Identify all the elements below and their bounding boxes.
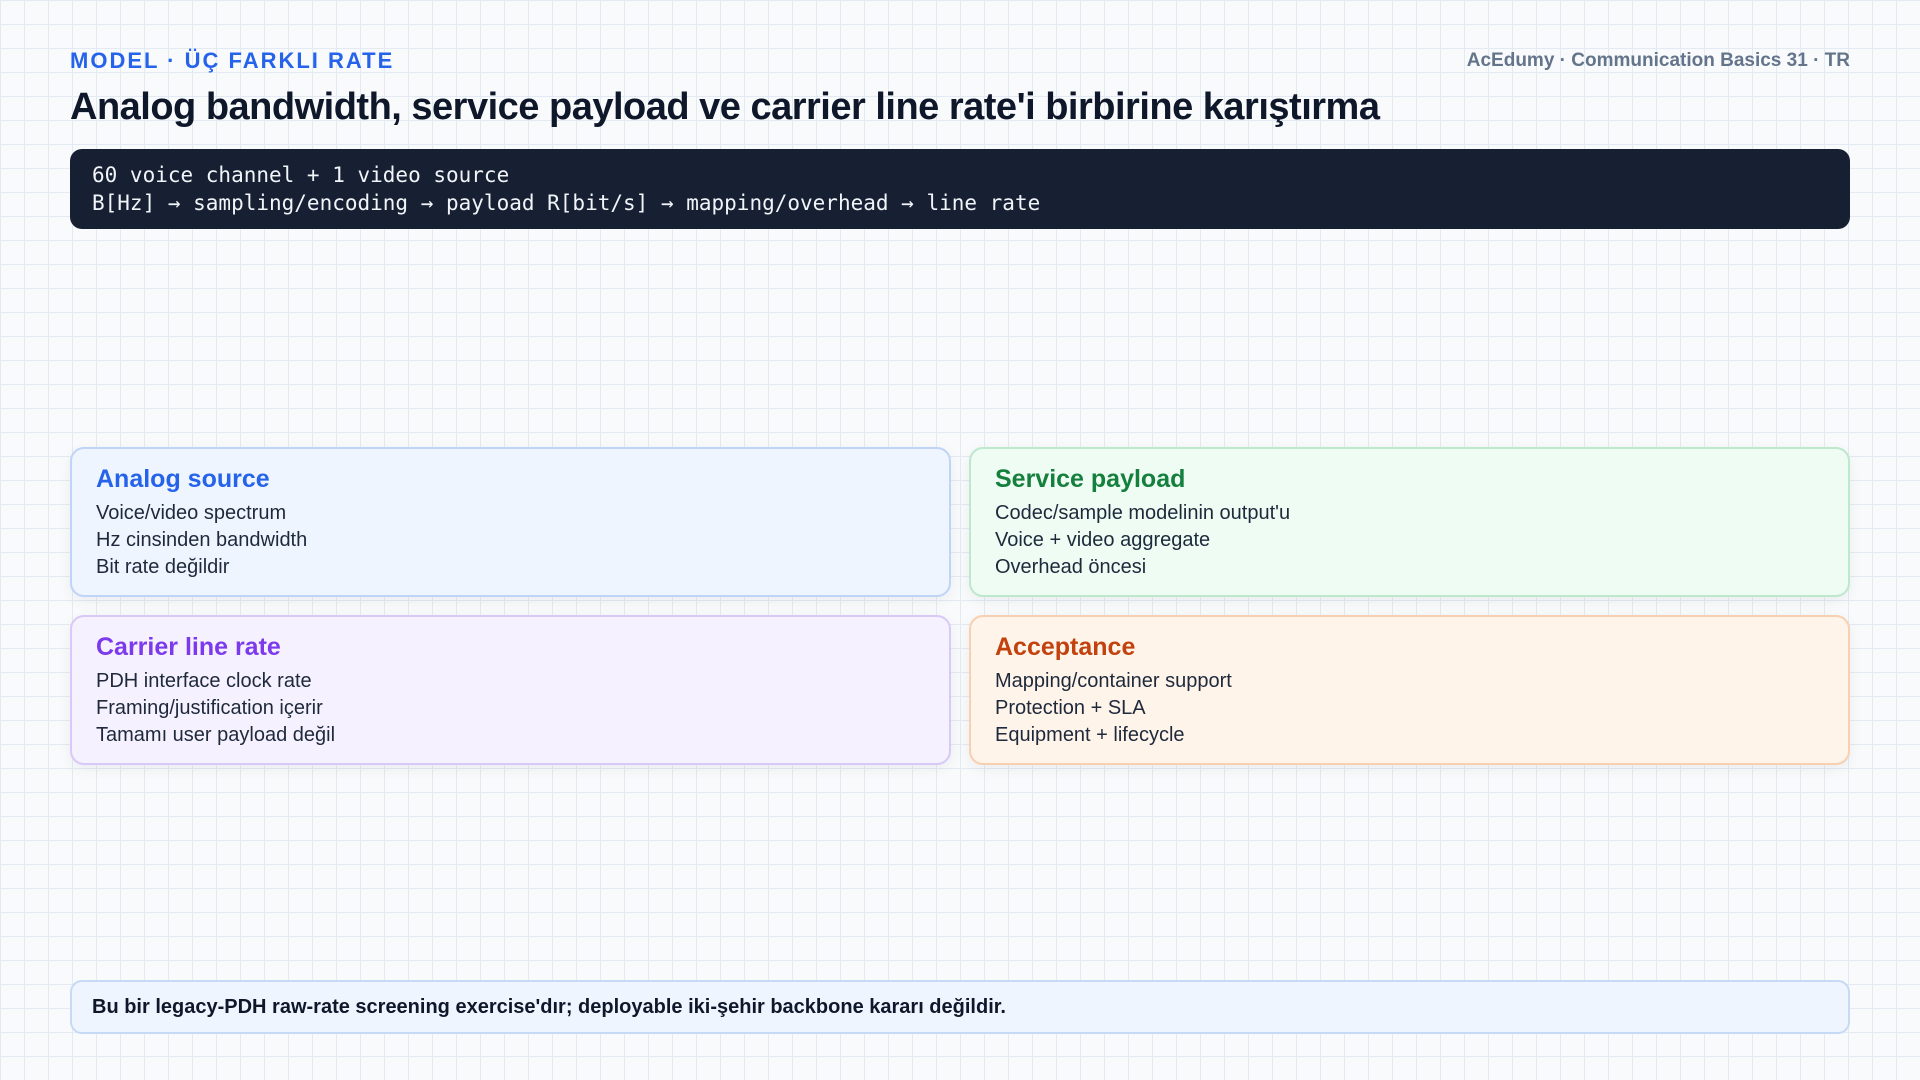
page-header: MODEL · ÜÇ FARKLI RATE AcEdumy · Communi…	[70, 48, 1850, 78]
card-title: Analog source	[96, 465, 270, 493]
page-title: Analog bandwidth, service payload ve car…	[70, 86, 1380, 128]
card-carrier-line-rate: Carrier line rate PDH interface clock ra…	[70, 615, 951, 765]
concept-cards: Analog source Voice/video spectrum Hz ci…	[70, 447, 1850, 765]
section-kicker: MODEL · ÜÇ FARKLI RATE	[70, 48, 395, 73]
card-service-payload: Service payload Codec/sample modelinin o…	[969, 447, 1850, 597]
formula-code-block: 60 voice channel + 1 video source B[Hz] …	[70, 149, 1850, 229]
course-brand: AcEdumy · Communication Basics 31 · TR	[1466, 50, 1850, 71]
card-line: Voice/video spectrum	[96, 502, 287, 524]
card-line: Framing/justification içerir	[96, 697, 323, 719]
card-line: Mapping/container support	[995, 670, 1232, 692]
card-line: Hz cinsinden bandwidth	[96, 529, 308, 551]
card-line: Tamamı user payload değil	[96, 724, 336, 746]
card-analog-source: Analog source Voice/video spectrum Hz ci…	[70, 447, 951, 597]
card-line: PDH interface clock rate	[96, 670, 312, 692]
footer-note: Bu bir legacy-PDH raw-rate screening exe…	[70, 980, 1850, 1034]
card-line: Bit rate değildir	[96, 556, 230, 578]
card-line: Overhead öncesi	[995, 556, 1147, 578]
card-line: Codec/sample modelinin output'u	[995, 502, 1291, 524]
card-line: Protection + SLA	[995, 697, 1146, 719]
card-title: Carrier line rate	[96, 633, 281, 661]
card-line: Voice + video aggregate	[995, 529, 1211, 551]
card-title: Service payload	[995, 465, 1186, 493]
code-line-pipeline: B[Hz] → sampling/encoding → payload R[bi…	[92, 191, 1041, 215]
code-line-scenario: 60 voice channel + 1 video source	[92, 163, 510, 187]
card-title: Acceptance	[995, 633, 1136, 661]
card-acceptance: Acceptance Mapping/container support Pro…	[969, 615, 1850, 765]
card-line: Equipment + lifecycle	[995, 724, 1185, 746]
